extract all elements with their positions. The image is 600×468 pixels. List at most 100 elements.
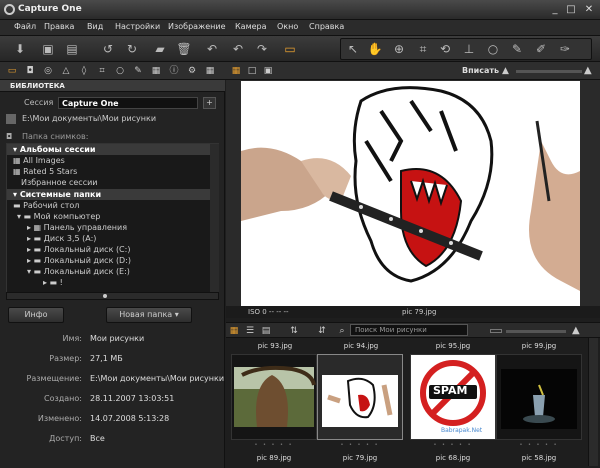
exposure-tab-icon[interactable]: △	[60, 65, 72, 77]
thumb-size-slider[interactable]	[506, 330, 566, 333]
menu-settings[interactable]: Настройки	[115, 22, 160, 31]
straighten-icon[interactable]: ⟲	[437, 41, 453, 57]
info-access-value: Все	[90, 434, 105, 443]
tree-row-drive-d[interactable]: ▸ ▬ Локальный диск (D:)	[7, 255, 212, 266]
tree-row-session-favorites[interactable]: Избранное сессии	[7, 177, 212, 188]
single-view-icon[interactable]: □	[246, 65, 258, 77]
sort-order-icon[interactable]: ⇵	[316, 325, 328, 337]
info-button[interactable]: Инфо	[8, 307, 64, 323]
gear-icon[interactable]: ⚙	[186, 65, 198, 77]
filmstrip-view-icon[interactable]: ▣	[262, 65, 274, 77]
undo-all-icon[interactable]: ↶	[204, 41, 220, 57]
search-input[interactable]: Поиск Мои рисунки	[350, 324, 468, 336]
crop-icon[interactable]: ⌗	[415, 41, 431, 57]
viewer-status-bar: ISO 0 -- -- -- pic 79.jpg	[226, 306, 600, 318]
menu-help[interactable]: Справка	[309, 22, 344, 31]
info-tab-icon[interactable]: ⓘ	[168, 65, 180, 77]
pointer-icon[interactable]: ↖	[345, 41, 361, 57]
tree-row-rated-5[interactable]: ▦ Rated 5 Stars	[7, 166, 212, 177]
menu-image[interactable]: Изображение	[168, 22, 226, 31]
eyedropper-icon[interactable]: ✎	[509, 41, 525, 57]
minimize-button[interactable]: _	[548, 3, 562, 16]
thumbnail-pic-89[interactable]	[231, 354, 317, 440]
info-size-value: 27,1 МБ	[90, 354, 123, 363]
hand-icon[interactable]: ✋	[367, 41, 383, 57]
rotate-right-icon[interactable]: ↻	[124, 41, 140, 57]
thumb-label: pic 95.jpg	[435, 342, 471, 350]
session-path: E:\Мои документы\Мои рисунки	[22, 114, 157, 123]
tree-row-system-folders[interactable]: ▾ Системные папки	[7, 189, 212, 200]
menu-window[interactable]: Окно	[277, 22, 298, 31]
thumbnail-pic-58[interactable]	[496, 354, 582, 440]
tree-row-drive-c[interactable]: ▸ ▬ Локальный диск (C:)	[7, 244, 212, 255]
crop-tab-icon[interactable]: ⌗	[96, 65, 108, 77]
maximize-button[interactable]: □	[564, 3, 578, 16]
tree-vertical-scrollbar[interactable]	[210, 144, 219, 292]
adjust-tab-icon[interactable]: ✎	[132, 65, 144, 77]
session-select[interactable]: Capture One	[58, 97, 198, 109]
white-balance-icon[interactable]: ✑	[557, 41, 573, 57]
zoom-icon[interactable]: ⊕	[391, 41, 407, 57]
search-icon[interactable]: ⌕	[336, 325, 348, 337]
tree-horizontal-scrollbar[interactable]	[6, 292, 219, 300]
rating-dots[interactable]: • • • • •	[231, 442, 317, 448]
spam-label: SPAM	[433, 384, 468, 397]
grid-view-icon[interactable]: ▦	[230, 65, 242, 77]
sort-icon[interactable]: ⇅	[288, 325, 300, 337]
zoom-slider[interactable]	[516, 70, 582, 73]
thumbnail-pic-68[interactable]: SPAM Babrapak.Net	[410, 354, 496, 440]
tree-row-folder[interactable]: ▸ ▬ !	[7, 277, 212, 288]
keystone-icon[interactable]: ⊥	[461, 41, 477, 57]
grid-browser-icon[interactable]: ▦	[228, 325, 240, 337]
spot-removal-icon[interactable]: ○	[485, 41, 501, 57]
viewer-image[interactable]	[241, 81, 580, 306]
tree-row-control-panel[interactable]: ▸ ▦ Панель управления	[7, 222, 212, 233]
library-section-header[interactable]: БИБЛИОТЕКА	[0, 80, 225, 92]
tree-row-drive-a[interactable]: ▸ ▬ Диск 3,5 (A:)	[7, 233, 212, 244]
grid-tab-icon[interactable]: ▦	[204, 65, 216, 77]
fit-label[interactable]: Вписать	[462, 66, 499, 75]
library-tab-icon[interactable]: ▭	[6, 65, 18, 77]
tree-row-session-albums[interactable]: ▾ Альбомы сессии	[7, 144, 212, 155]
search-tab-icon[interactable]: ○	[114, 65, 126, 77]
menu-view[interactable]: Вид	[87, 22, 103, 31]
color-tab-icon[interactable]: ◎	[42, 65, 54, 77]
forest-tree-image	[234, 365, 316, 427]
scroll-thumb[interactable]	[103, 294, 107, 298]
camera-tab-icon[interactable]: ◘	[24, 65, 36, 77]
info-created-label: Создано:	[44, 394, 82, 403]
browser-vertical-scrollbar[interactable]	[588, 338, 598, 466]
rating-dots[interactable]: • • • • •	[496, 442, 582, 448]
import-icon[interactable]: ⬇	[12, 41, 28, 57]
rating-dots[interactable]: • • • • •	[410, 442, 496, 448]
close-button[interactable]: ✕	[582, 3, 596, 16]
multi-view-icon[interactable]: ▭	[282, 41, 298, 57]
folder-icon[interactable]: ▰	[152, 41, 168, 57]
redo-icon[interactable]: ↷	[254, 41, 270, 57]
lens-tab-icon[interactable]: ◊	[78, 65, 90, 77]
list-browser-icon[interactable]: ☰	[244, 325, 256, 337]
metadata-tab-icon[interactable]: ▦	[150, 65, 162, 77]
thumb-label: pic 93.jpg	[257, 342, 293, 350]
thumbnail-pic-79[interactable]	[317, 354, 403, 440]
info-location-label: Размещение:	[26, 374, 82, 383]
menu-camera[interactable]: Камера	[235, 22, 267, 31]
details-browser-icon[interactable]: ▤	[260, 325, 272, 337]
new-folder-button[interactable]: Новая папка ▾	[106, 307, 192, 323]
rating-dots[interactable]: • • • • •	[317, 442, 403, 448]
process-icon[interactable]: ▤	[64, 41, 80, 57]
thumb-size-small-icon	[490, 329, 502, 333]
rotate-left-icon[interactable]: ↺	[100, 41, 116, 57]
menu-edit[interactable]: Правка	[44, 22, 74, 31]
add-session-icon[interactable]: +	[203, 97, 216, 109]
capture-icon[interactable]: ▣	[40, 41, 56, 57]
tree-row-drive-e[interactable]: ▾ ▬ Локальный диск (E:)	[7, 266, 212, 277]
tree-row-desktop[interactable]: ▬ Рабочий стол	[7, 200, 212, 211]
undo-icon[interactable]: ↶	[230, 41, 246, 57]
menu-file[interactable]: Файл	[14, 22, 36, 31]
trash-icon[interactable]: 🗑	[176, 41, 192, 57]
tree-row-my-computer[interactable]: ▾ ▬ Мой компьютер	[7, 211, 212, 222]
color-picker-icon[interactable]: ✐	[533, 41, 549, 57]
info-name-label: Имя:	[62, 334, 82, 343]
tree-row-all-images[interactable]: ▦ All Images	[7, 155, 212, 166]
